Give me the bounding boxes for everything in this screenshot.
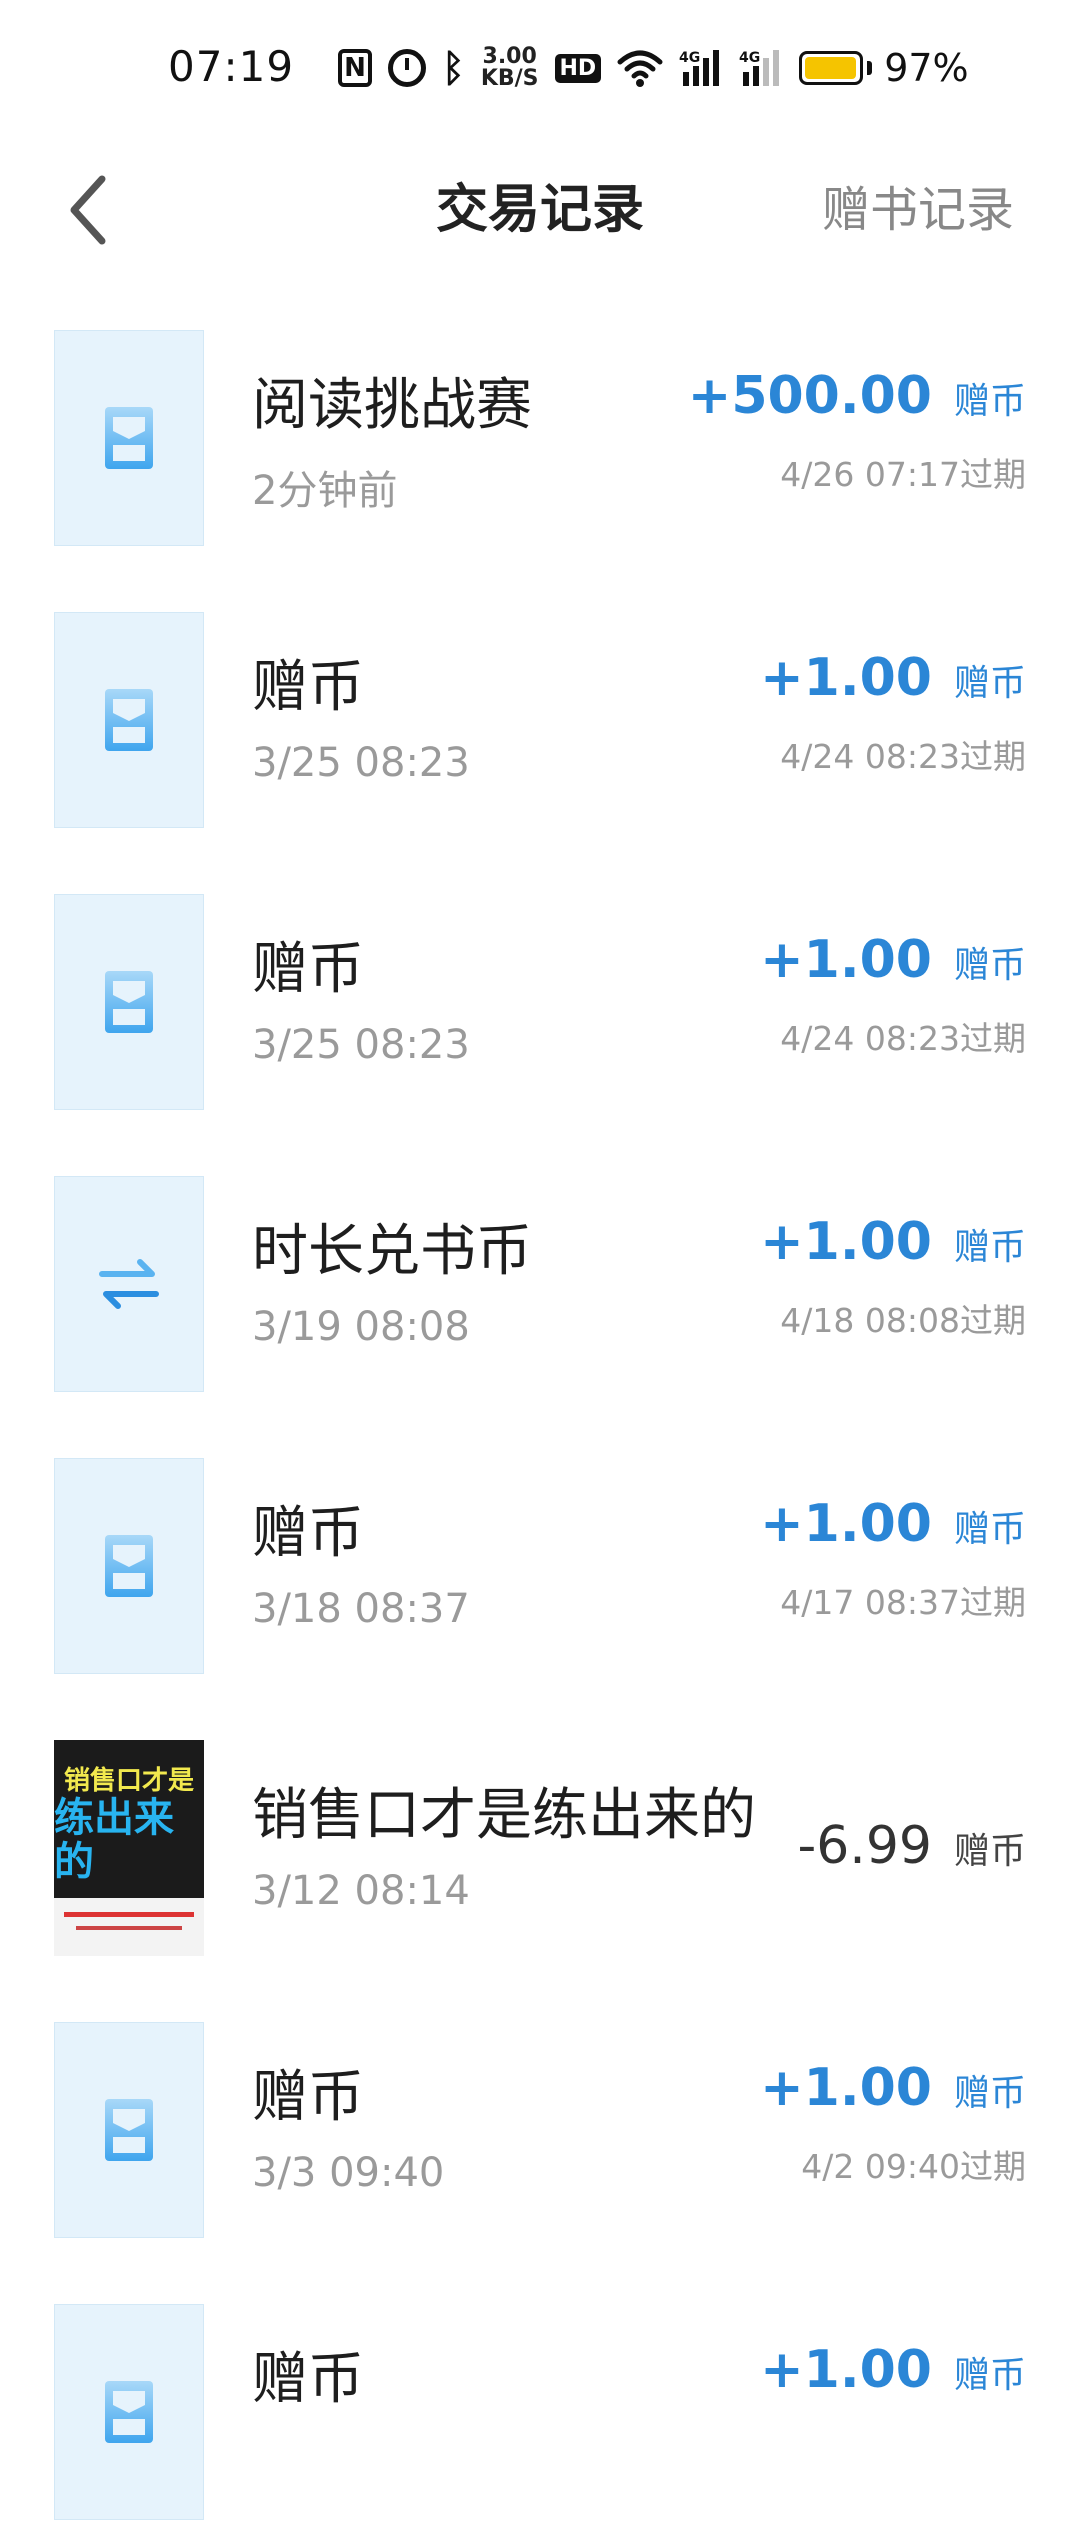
battery-indicator: 97% <box>799 46 969 90</box>
signal-4g-icon-2: 4G <box>739 48 783 88</box>
amount-line: +1.00 赠币 <box>760 1212 1026 1272</box>
expiry-time: 4/26 07:17过期 <box>780 455 1026 494</box>
network-speed-unit: KB/S <box>480 66 539 91</box>
card-icon <box>54 2022 204 2238</box>
currency-unit: 赠币 <box>953 1509 1026 1550</box>
transaction-amount-block: -6.99 赠币 <box>797 1816 1026 1876</box>
status-bar: 07:19 N ᛒ 3.00 KB/S HD 4G 4G 97% <box>0 0 1080 140</box>
exchange-icon <box>54 1176 204 1392</box>
transaction-amount: +1.00 <box>760 2340 932 2400</box>
transaction-amount-block: +1.00 赠币 4/2 09:40过期 <box>760 2058 1026 2188</box>
currency-unit: 赠币 <box>953 1227 1026 1268</box>
signal-4g-icon: 4G <box>679 48 723 88</box>
book-cover-title-line1: 销售口才是 <box>63 1766 194 1796</box>
amount-line: +1.00 赠币 <box>760 2058 1026 2118</box>
transaction-amount: +1.00 <box>760 930 932 990</box>
gift-book-records-link[interactable]: 赠书记录 <box>822 150 1014 270</box>
transaction-time: 3/3 09:40 <box>252 2150 445 2196</box>
transaction-time: 3/12 08:14 <box>252 1868 470 1914</box>
transaction-amount-block: +1.00 赠币 4/24 08:23过期 <box>760 648 1026 778</box>
transaction-row[interactable]: 赠币 3/25 08:23 +1.00 赠币 4/24 08:23过期 <box>0 894 1080 1112</box>
transaction-amount-block: +500.00 赠币 4/26 07:17过期 <box>688 366 1026 496</box>
card-icon <box>54 2304 204 2520</box>
transaction-time: 3/19 08:08 <box>252 1304 470 1350</box>
book-cover-title-line2: 练出来的 <box>54 1795 174 1885</box>
currency-unit: 赠币 <box>953 1831 1026 1872</box>
transaction-time: 3/25 08:23 <box>252 740 470 786</box>
transaction-title: 销售口才是练出来的 <box>252 1783 756 1848</box>
amount-line: +1.00 赠币 <box>760 2340 1026 2400</box>
amount-line: +1.00 赠币 <box>760 1494 1026 1554</box>
transaction-row[interactable]: 销售口才是 练出来的 销售口才是练出来的 3/12 08:14 -6.99 赠币 <box>0 1740 1080 1958</box>
transaction-title: 时长兑书币 <box>252 1219 532 1284</box>
currency-unit: 赠币 <box>953 2073 1026 2114</box>
transaction-time: 3/25 08:23 <box>252 1022 470 1068</box>
status-time: 07:19 <box>168 42 295 91</box>
expiry-time: 4/18 08:08过期 <box>780 1301 1026 1340</box>
expiry-time: 4/2 09:40过期 <box>801 2147 1026 2186</box>
expiry-time: 4/24 08:23过期 <box>780 1019 1026 1058</box>
transaction-row[interactable]: 赠币 3/25 08:23 +1.00 赠币 4/24 08:23过期 <box>0 612 1080 830</box>
battery-fill <box>805 57 856 79</box>
transaction-amount-block: +1.00 赠币 <box>760 2340 1026 2400</box>
transaction-row[interactable]: 阅读挑战赛 2分钟前 +500.00 赠币 4/26 07:17过期 <box>0 330 1080 548</box>
card-icon <box>54 1458 204 1674</box>
svg-text:4G: 4G <box>679 50 700 66</box>
transaction-time: 3/18 08:37 <box>252 1586 470 1632</box>
transaction-amount-block: +1.00 赠币 4/18 08:08过期 <box>760 1212 1026 1342</box>
transaction-title: 赠币 <box>252 937 364 1002</box>
card-icon <box>54 894 204 1110</box>
network-speed-value: 3.00 <box>482 44 537 69</box>
battery-tip <box>867 61 873 75</box>
transaction-title: 阅读挑战赛 <box>252 373 532 438</box>
transaction-time: 2分钟前 <box>252 468 398 514</box>
card-icon <box>54 612 204 828</box>
currency-unit: 赠币 <box>953 381 1026 422</box>
nfc-icon: N <box>338 49 372 87</box>
amount-line: +500.00 赠币 <box>688 366 1026 426</box>
currency-unit: 赠币 <box>953 663 1026 704</box>
transaction-amount: +500.00 <box>687 366 932 426</box>
transaction-amount-block: +1.00 赠币 4/24 08:23过期 <box>760 930 1026 1060</box>
battery-percent: 97% <box>884 46 969 90</box>
header: 交易记录 赠书记录 <box>0 150 1080 270</box>
hd-voice-icon: HD <box>554 53 602 83</box>
transaction-amount: +1.00 <box>760 1212 932 1272</box>
network-speed: 3.00 KB/S <box>481 46 539 90</box>
transaction-row[interactable]: 赠币 +1.00 赠币 <box>0 2304 1080 2522</box>
amount-line: +1.00 赠币 <box>760 930 1026 990</box>
expiry-time: 4/17 08:37过期 <box>780 1583 1026 1622</box>
svg-text:4G: 4G <box>739 50 760 66</box>
amount-line: +1.00 赠币 <box>760 648 1026 708</box>
transaction-row[interactable]: 时长兑书币 3/19 08:08 +1.00 赠币 4/18 08:08过期 <box>0 1176 1080 1394</box>
transaction-amount-block: +1.00 赠币 4/17 08:37过期 <box>760 1494 1026 1624</box>
book-cover-band <box>54 1898 204 1956</box>
transaction-title: 赠币 <box>252 2347 364 2412</box>
transaction-amount: +1.00 <box>760 1494 932 1554</box>
transaction-title: 赠币 <box>252 655 364 720</box>
currency-unit: 赠币 <box>953 945 1026 986</box>
status-icons: N ᛒ 3.00 KB/S HD 4G 4G 97% <box>338 40 969 96</box>
amount-line: -6.99 赠币 <box>797 1816 1026 1876</box>
transaction-amount: -6.99 <box>797 1816 932 1876</box>
transaction-amount: +1.00 <box>760 648 932 708</box>
bluetooth-icon: ᛒ <box>442 46 465 90</box>
transaction-title: 赠币 <box>252 2065 364 2130</box>
currency-unit: 赠币 <box>953 2355 1026 2396</box>
alarm-icon <box>388 49 426 87</box>
card-icon <box>54 330 204 546</box>
transaction-row[interactable]: 赠币 3/3 09:40 +1.00 赠币 4/2 09:40过期 <box>0 2022 1080 2240</box>
book-cover-image: 销售口才是 练出来的 <box>54 1740 204 1956</box>
transaction-amount: +1.00 <box>760 2058 932 2118</box>
transaction-title: 赠币 <box>252 1501 364 1566</box>
battery-icon <box>799 51 864 85</box>
wifi-icon <box>617 48 663 88</box>
transaction-row[interactable]: 赠币 3/18 08:37 +1.00 赠币 4/17 08:37过期 <box>0 1458 1080 1676</box>
expiry-time: 4/24 08:23过期 <box>780 737 1026 776</box>
